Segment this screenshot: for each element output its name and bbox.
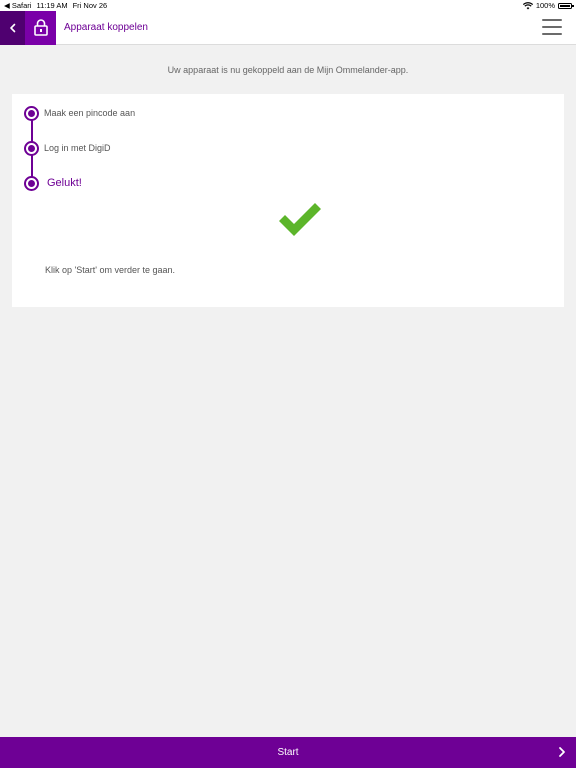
step-item: Log in met DigiD <box>24 140 111 156</box>
hamburger-line <box>542 33 562 35</box>
back-to-app-label[interactable]: ◀ Safari <box>4 1 31 10</box>
connected-message: Uw apparaat is nu gekoppeld aan de Mijn … <box>167 65 409 75</box>
instruction-text: Klik op 'Start' om verder te gaan. <box>45 265 175 275</box>
status-app: Safari <box>11 1 32 10</box>
hamburger-menu-icon <box>542 19 562 21</box>
back-button[interactable] <box>0 10 25 45</box>
hamburger-line <box>542 26 562 28</box>
lock-icon <box>33 19 48 36</box>
chevron-right-icon <box>559 747 565 757</box>
start-label: Start <box>277 747 299 758</box>
nav-bar: Apparaat koppelen <box>0 10 576 45</box>
checkmark-icon <box>279 203 321 236</box>
back-chevron-icon <box>9 23 15 32</box>
start-button[interactable]: Start <box>0 737 576 768</box>
status-bar: ◀ Safari 11:19 AM Fri Nov 26 100% <box>0 0 576 11</box>
step-label: Maak een pincode aan <box>44 108 136 118</box>
status-date: Fri Nov 26 <box>72 1 108 10</box>
step-item-active: Gelukt! <box>24 175 82 191</box>
progress-card: Maak een pincode aan Log in met DigiD Ge… <box>12 94 564 307</box>
lock-badge <box>25 10 56 45</box>
step-label: Gelukt! <box>47 177 82 189</box>
page-title: Apparaat koppelen <box>64 22 148 33</box>
wifi-icon <box>522 1 533 9</box>
menu-button[interactable] <box>542 19 562 35</box>
battery-percent: 100% <box>535 1 555 10</box>
step-item: Maak een pincode aan <box>24 105 136 121</box>
status-time: 11:19 AM <box>36 1 68 10</box>
step-dot-icon <box>24 140 39 156</box>
step-dot-icon <box>24 105 39 121</box>
step-label: Log in met DigiD <box>44 143 111 153</box>
battery-icon <box>558 2 574 9</box>
step-dot-icon <box>24 175 39 191</box>
